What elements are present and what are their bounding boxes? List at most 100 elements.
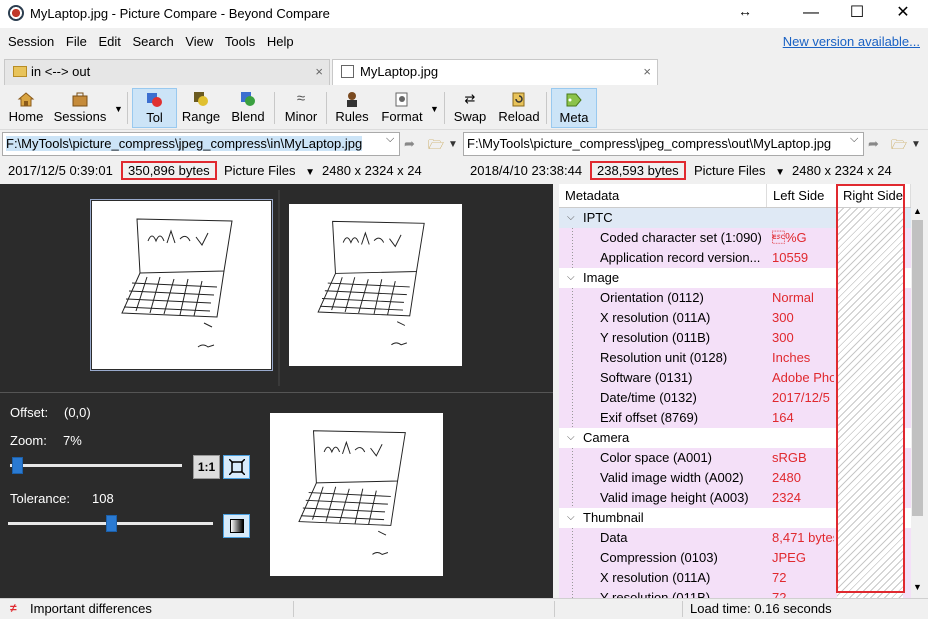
actual-size-button[interactable]: 1:1 bbox=[193, 455, 220, 479]
menu-edit[interactable]: Edit bbox=[94, 28, 124, 55]
blend-button[interactable]: Blend bbox=[226, 88, 270, 128]
maximize-button[interactable]: ☐ bbox=[834, 0, 880, 28]
metadata-name: Software (0131) bbox=[600, 370, 693, 385]
expand-chevron-icon[interactable]: ⌵ bbox=[567, 508, 575, 528]
menu-list: Session File Edit Search View Tools Help bbox=[4, 28, 298, 55]
picture-icon bbox=[341, 65, 354, 78]
status-text: Important differences bbox=[30, 601, 152, 616]
column-header-left-side[interactable]: Left Side bbox=[767, 184, 837, 207]
tab-label: in <--> out bbox=[31, 64, 91, 79]
home-button[interactable]: Home bbox=[4, 88, 48, 128]
laptop-sketch-image bbox=[317, 220, 425, 346]
right-format-select[interactable]: Picture Files ▼ bbox=[694, 160, 785, 182]
tab-folder-session[interactable]: in <--> out × bbox=[4, 59, 330, 85]
metadata-left-value: 164 bbox=[772, 410, 794, 425]
left-image[interactable] bbox=[90, 199, 273, 371]
menu-tools[interactable]: Tools bbox=[221, 28, 259, 55]
sessions-dropdown-icon[interactable]: ▼ bbox=[114, 104, 123, 114]
left-file-size: 350,896 bytes bbox=[121, 160, 217, 182]
close-window-button[interactable]: ✕ bbox=[880, 0, 926, 28]
difference-image[interactable] bbox=[270, 413, 443, 576]
tree-guide-line bbox=[572, 228, 573, 268]
metadata-left-value: 10559 bbox=[772, 250, 809, 265]
metadata-left-value: Adobe Pho bbox=[772, 370, 834, 385]
tolerance-icon bbox=[146, 93, 162, 107]
left-format-select[interactable]: Picture Files ▼ bbox=[224, 160, 315, 182]
format-dropdown-icon[interactable]: ▼ bbox=[430, 104, 439, 114]
left-browse-folder-icon[interactable]: 🗁 bbox=[428, 136, 444, 158]
blend-label: Blend bbox=[231, 109, 265, 124]
metadata-name: X resolution (011A) bbox=[600, 310, 711, 325]
tol-button[interactable]: Tol bbox=[132, 88, 177, 128]
metadata-name: Application record version... bbox=[600, 250, 761, 265]
reload-icon bbox=[512, 92, 525, 107]
right-path-input[interactable]: F:\MyTools\picture_compress\jpeg_compres… bbox=[463, 132, 864, 156]
right-browse-dropdown-icon[interactable]: ▼ bbox=[911, 139, 921, 150]
blend-icon bbox=[241, 92, 255, 106]
toolbar-separator bbox=[274, 92, 275, 124]
tolerance-slider-thumb[interactable] bbox=[105, 515, 117, 532]
tab-picture-compare[interactable]: MyLaptop.jpg × bbox=[332, 59, 658, 85]
toolbar-separator bbox=[326, 92, 327, 124]
zoom-slider-track[interactable] bbox=[10, 464, 182, 467]
metadata-name: Orientation (0112) bbox=[600, 290, 704, 305]
tolerance-value: 108 bbox=[92, 491, 114, 506]
horizontal-splitter[interactable] bbox=[0, 392, 553, 393]
menu-bar: Session File Edit Search View Tools Help… bbox=[0, 28, 928, 55]
offset-value: (0,0) bbox=[64, 405, 91, 420]
sessions-button[interactable]: Sessions bbox=[50, 88, 110, 128]
left-browse-dropdown-icon[interactable]: ▼ bbox=[448, 139, 458, 150]
format-button[interactable]: Format bbox=[378, 88, 426, 128]
minimize-button[interactable]: — bbox=[788, 0, 834, 28]
right-file-date: 2018/4/10 23:38:44 bbox=[470, 163, 583, 178]
left-path-input[interactable]: F:\MyTools\picture_compress\jpeg_compres… bbox=[2, 132, 400, 156]
sessions-label: Sessions bbox=[53, 109, 107, 124]
scroll-down-icon[interactable]: ▼ bbox=[913, 582, 922, 592]
expand-chevron-icon[interactable]: ⌵ bbox=[567, 428, 575, 448]
tolerance-label: Tolerance: bbox=[10, 491, 70, 506]
chevron-down-icon: ▼ bbox=[305, 167, 316, 178]
right-nav-arrow-icon[interactable]: ➦ bbox=[868, 136, 879, 152]
menu-file[interactable]: File bbox=[62, 28, 91, 55]
tab-bar: in <--> out × MyLaptop.jpg × bbox=[0, 57, 928, 85]
scrollbar-thumb[interactable] bbox=[912, 220, 923, 516]
pane-splitter[interactable] bbox=[278, 190, 280, 386]
right-image[interactable] bbox=[289, 204, 462, 366]
menu-help[interactable]: Help bbox=[263, 28, 298, 55]
metadata-name: Exif offset (8769) bbox=[600, 410, 699, 425]
toolbar-separator bbox=[546, 92, 547, 124]
right-browse-folder-icon[interactable]: 🗁 bbox=[891, 136, 907, 158]
expand-chevron-icon[interactable]: ⌵ bbox=[567, 208, 575, 228]
range-button[interactable]: Range bbox=[179, 88, 223, 128]
metadata-name: Valid image height (A003) bbox=[600, 490, 749, 505]
zoom-slider-thumb[interactable] bbox=[11, 457, 23, 474]
fit-to-window-button[interactable] bbox=[223, 455, 250, 479]
expand-chevron-icon[interactable]: ⌵ bbox=[567, 268, 575, 288]
metadata-name: Color space (A001) bbox=[600, 450, 712, 465]
reload-button[interactable]: Reload bbox=[496, 88, 542, 128]
status-bar: ≠ Important differences Load time: 0.16 … bbox=[0, 598, 928, 619]
reload-label: Reload bbox=[498, 109, 540, 124]
scroll-up-icon[interactable]: ▲ bbox=[913, 206, 922, 216]
tab-close-button[interactable]: × bbox=[643, 60, 651, 84]
menu-search[interactable]: Search bbox=[128, 28, 177, 55]
minor-button[interactable]: ≈ Minor bbox=[280, 88, 322, 128]
new-version-link[interactable]: New version available... bbox=[783, 34, 920, 49]
swap-icon: ⇄ bbox=[464, 91, 476, 106]
metadata-name: IPTC bbox=[583, 210, 613, 225]
left-nav-arrow-icon[interactable]: ➦ bbox=[404, 136, 415, 152]
rules-label: Rules bbox=[335, 109, 369, 124]
tab-close-button[interactable]: × bbox=[315, 60, 323, 84]
rules-button[interactable]: Rules bbox=[332, 88, 372, 128]
right-dimensions: 2480 x 2324 x 24 bbox=[792, 163, 892, 178]
meta-button[interactable]: Meta bbox=[551, 88, 597, 128]
left-path-dropdown-icon[interactable]: ⌵ bbox=[386, 133, 394, 146]
metadata-name: Coded character set (1:090) bbox=[600, 230, 762, 245]
menu-session[interactable]: Session bbox=[4, 28, 58, 55]
swap-button[interactable]: ⇄ Swap bbox=[450, 88, 490, 128]
column-header-metadata[interactable]: Metadata bbox=[559, 184, 767, 207]
right-path-dropdown-icon[interactable]: ⌵ bbox=[850, 133, 858, 146]
tolerance-gradient-button[interactable] bbox=[223, 514, 250, 538]
menu-view[interactable]: View bbox=[181, 28, 217, 55]
metadata-left-value: 8,471 bytes bbox=[772, 530, 834, 545]
